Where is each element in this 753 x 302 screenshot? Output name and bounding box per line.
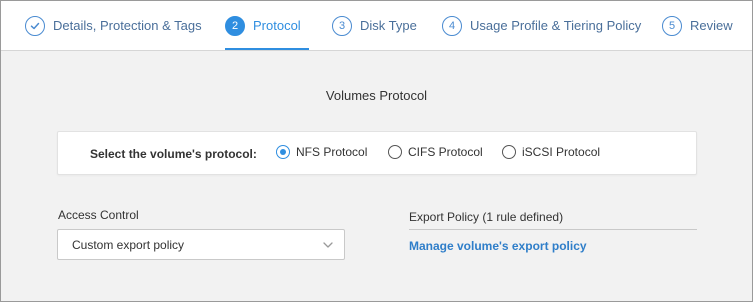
divider bbox=[409, 229, 697, 230]
access-control-select[interactable]: Custom export policy bbox=[57, 229, 345, 260]
protocol-prompt: Select the volume's protocol: bbox=[90, 147, 257, 161]
export-policy-title: Export Policy (1 rule defined) bbox=[409, 210, 564, 224]
step-label: Usage Profile & Tiering Policy bbox=[470, 18, 642, 33]
step-details[interactable]: Details, Protection & Tags bbox=[25, 1, 202, 50]
radio-label: iSCSI Protocol bbox=[522, 145, 601, 159]
access-control-label: Access Control bbox=[58, 208, 139, 222]
radio-nfs[interactable]: NFS Protocol bbox=[276, 145, 367, 159]
radio-checked-icon bbox=[276, 145, 290, 159]
step-label: Disk Type bbox=[360, 18, 417, 33]
chevron-down-icon bbox=[323, 242, 333, 248]
radio-iscsi[interactable]: iSCSI Protocol bbox=[502, 145, 600, 159]
step-disk-type[interactable]: 3 Disk Type bbox=[332, 1, 417, 50]
radio-cifs[interactable]: CIFS Protocol bbox=[388, 145, 483, 159]
select-value: Custom export policy bbox=[72, 237, 185, 252]
step-label: Details, Protection & Tags bbox=[53, 18, 202, 33]
step-number: 2 bbox=[225, 15, 245, 36]
radio-label: NFS Protocol bbox=[296, 145, 368, 159]
step-label: Review bbox=[690, 18, 733, 33]
step-protocol[interactable]: 2 Protocol bbox=[225, 1, 301, 50]
step-number: 3 bbox=[332, 15, 352, 36]
step-number: 5 bbox=[662, 15, 682, 36]
section-title: Volumes Protocol bbox=[325, 88, 428, 103]
step-review[interactable]: 5 Review bbox=[662, 1, 733, 50]
active-step-indicator bbox=[225, 48, 309, 50]
wizard-frame: Details, Protection & Tags 2 Protocol 3 … bbox=[0, 0, 753, 302]
protocol-card: Select the volume's protocol: NFS Protoc… bbox=[57, 131, 697, 175]
step-label: Protocol bbox=[253, 18, 301, 33]
radio-unchecked-icon bbox=[502, 145, 516, 159]
step-usage-profile[interactable]: 4 Usage Profile & Tiering Policy bbox=[442, 1, 641, 50]
radio-label: CIFS Protocol bbox=[408, 145, 483, 159]
radio-unchecked-icon bbox=[388, 145, 402, 159]
step-number: 4 bbox=[442, 15, 462, 36]
check-icon bbox=[25, 15, 45, 36]
wizard-stepper: Details, Protection & Tags 2 Protocol 3 … bbox=[1, 1, 752, 51]
manage-export-policy-link[interactable]: Manage volume's export policy bbox=[409, 239, 587, 253]
